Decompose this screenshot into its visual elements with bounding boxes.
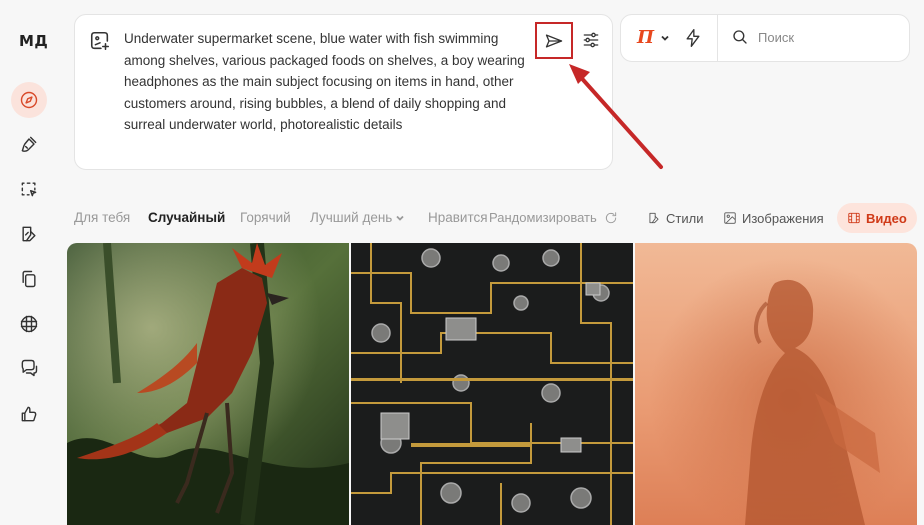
prompt-image-add-icon[interactable] — [89, 30, 111, 52]
sidebar-item-grid[interactable] — [11, 306, 47, 342]
edit-image-icon — [22, 226, 36, 242]
search-input[interactable] — [758, 29, 898, 45]
sidebar-item-likes[interactable] — [11, 396, 47, 432]
filter-images-label: Изображения — [742, 210, 824, 226]
compass-icon — [20, 91, 38, 109]
filter-video-label: Видео — [866, 210, 907, 226]
prompt-textarea[interactable]: Underwater supermarket scene, blue water… — [124, 28, 539, 136]
film-icon — [848, 212, 860, 224]
quick-mode-button[interactable] — [683, 28, 705, 50]
send-button[interactable] — [535, 22, 573, 59]
prompt-settings-button[interactable] — [578, 27, 604, 53]
gallery-card-woman[interactable] — [635, 243, 917, 525]
styles-icon — [649, 212, 659, 224]
thumbs-up-icon — [21, 406, 37, 422]
gallery — [67, 243, 917, 525]
sidebar-item-copy[interactable] — [11, 261, 47, 297]
circuit-board-image — [351, 243, 633, 525]
chevron-down-icon — [396, 216, 404, 222]
send-icon — [545, 34, 563, 47]
filter-styles-label: Стили — [666, 210, 704, 226]
filter-images[interactable]: Изображения — [723, 203, 824, 233]
tab-best-day-label: Лучший день — [310, 210, 393, 225]
tab-random[interactable]: Случайный — [148, 210, 225, 225]
divider — [717, 15, 718, 61]
image-icon — [724, 212, 736, 224]
refresh-icon[interactable] — [604, 211, 618, 225]
model-select[interactable]: П — [637, 27, 670, 48]
tab-for-you[interactable]: Для тебя — [74, 210, 130, 225]
search-bar — [731, 28, 898, 46]
sidebar-item-chat[interactable] — [11, 350, 47, 386]
tab-best-day[interactable]: Лучший день — [310, 210, 405, 225]
chat-icon — [21, 359, 38, 377]
gallery-card-phoenix[interactable] — [67, 243, 349, 525]
toolbar: П — [620, 14, 910, 62]
sidebar-item-select[interactable] — [11, 171, 47, 207]
app-logo[interactable]: МД — [19, 32, 48, 50]
prompt-box: Underwater supermarket scene, blue water… — [74, 14, 613, 170]
woman-silhouette-image — [635, 243, 917, 525]
sliders-icon — [583, 32, 599, 48]
copy-icon — [22, 270, 36, 288]
phoenix-image — [67, 243, 349, 525]
grid-icon — [20, 315, 38, 333]
sidebar-item-explore[interactable] — [11, 82, 47, 118]
tab-likes[interactable]: Нравится — [428, 210, 488, 225]
filter-styles[interactable]: Стили — [647, 203, 703, 233]
tab-hot[interactable]: Горячий — [240, 210, 291, 225]
bolt-icon — [686, 29, 700, 47]
brush-icon — [21, 136, 37, 152]
sidebar-item-paint[interactable] — [11, 126, 47, 162]
sidebar-item-edit[interactable] — [11, 216, 47, 252]
sidebar: МД — [0, 0, 58, 525]
gallery-card-circuit[interactable] — [351, 243, 633, 525]
model-logo: П — [637, 27, 655, 48]
filter-video[interactable]: Видео — [837, 203, 917, 233]
select-dashed-icon — [21, 182, 37, 197]
search-icon — [733, 30, 747, 44]
chevron-down-icon — [661, 35, 669, 41]
randomize-button[interactable]: Рандомизировать — [489, 210, 597, 225]
